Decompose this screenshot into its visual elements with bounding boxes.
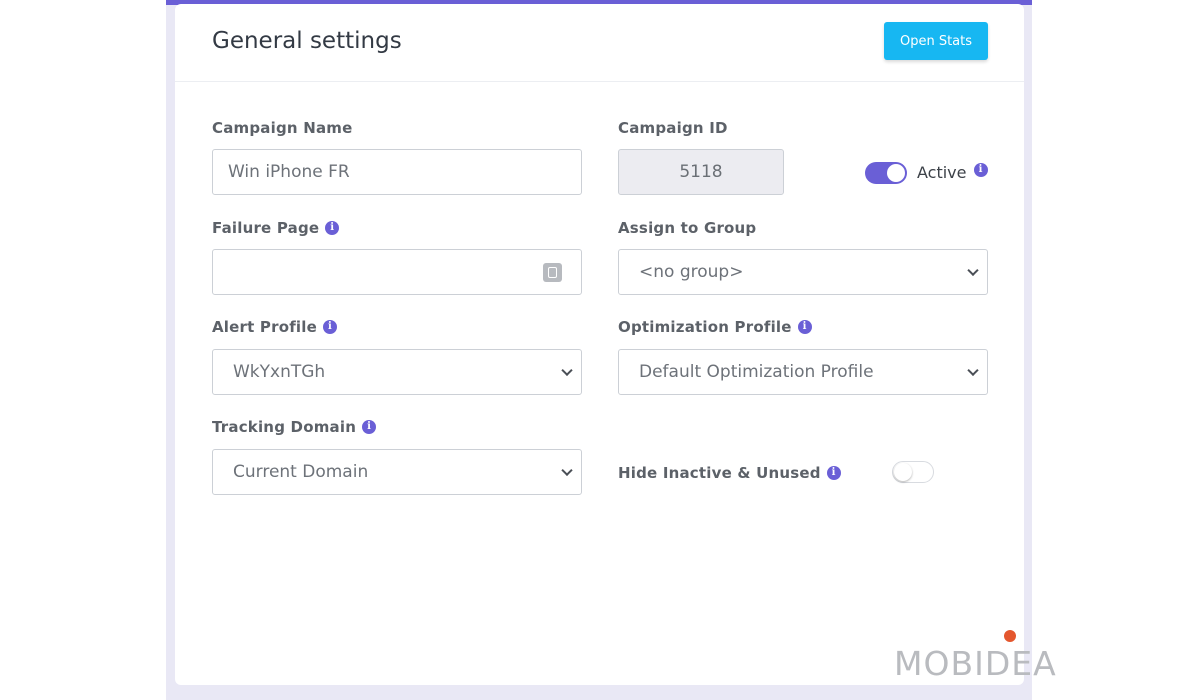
- tracking-domain-select[interactable]: Current Domain: [212, 449, 582, 495]
- campaign-id-label: Campaign ID: [618, 119, 728, 137]
- tracking-domain-label-text: Tracking Domain: [212, 418, 357, 436]
- info-icon[interactable]: i: [973, 163, 988, 177]
- vault-icon[interactable]: [543, 263, 562, 282]
- alert-profile-label-text: Alert Profile: [212, 318, 317, 336]
- chevron-down-icon: [967, 264, 979, 277]
- hide-inactive-toggle[interactable]: [892, 461, 934, 483]
- chevron-down-icon: [561, 464, 573, 477]
- campaign-name-input[interactable]: Win iPhone FR: [212, 149, 582, 195]
- page-title: General settings: [212, 28, 402, 54]
- tracking-domain-selected: Current Domain: [233, 462, 369, 482]
- toggle-knob: [894, 463, 912, 481]
- hide-inactive-label: Hide Inactive & Unused i: [618, 464, 841, 482]
- active-toggle[interactable]: [865, 162, 907, 184]
- failure-page-input[interactable]: [212, 249, 582, 295]
- alert-profile-label: Alert Profile i: [212, 318, 337, 336]
- info-icon[interactable]: i: [797, 320, 812, 334]
- optimization-profile-select[interactable]: Default Optimization Profile: [618, 349, 988, 395]
- campaign-name-value: Win iPhone FR: [228, 162, 350, 182]
- toggle-knob: [887, 164, 905, 182]
- campaign-name-label: Campaign Name: [212, 119, 352, 137]
- alert-profile-selected: WkYxnTGh: [233, 362, 326, 382]
- hide-inactive-label-text: Hide Inactive & Unused: [618, 464, 821, 482]
- optimization-profile-label: Optimization Profile i: [618, 318, 812, 336]
- assign-group-label-text: Assign to Group: [618, 219, 757, 237]
- chevron-down-icon: [561, 364, 573, 377]
- assign-group-selected: <no group>: [639, 262, 744, 282]
- failure-page-label-text: Failure Page: [212, 219, 320, 237]
- active-label: Active i: [917, 163, 988, 182]
- info-icon[interactable]: i: [325, 221, 340, 235]
- optimization-profile-label-text: Optimization Profile: [618, 318, 792, 336]
- campaign-id-label-text: Campaign ID: [618, 119, 728, 137]
- failure-page-label: Failure Page i: [212, 219, 340, 237]
- chevron-down-icon: [967, 364, 979, 377]
- card-header: General settings Open Stats: [175, 4, 1024, 82]
- open-stats-button[interactable]: Open Stats: [884, 22, 988, 60]
- optimization-profile-selected: Default Optimization Profile: [639, 362, 874, 382]
- assign-group-label: Assign to Group: [618, 219, 756, 237]
- watermark-dot: [1004, 630, 1016, 642]
- info-icon[interactable]: i: [323, 320, 337, 334]
- general-settings-card: General settings Open Stats: [175, 4, 1024, 685]
- alert-profile-select[interactable]: WkYxnTGh: [212, 349, 582, 395]
- campaign-name-label-text: Campaign Name: [212, 119, 353, 137]
- assign-group-select[interactable]: <no group>: [618, 249, 988, 295]
- info-icon[interactable]: i: [362, 420, 377, 434]
- info-icon[interactable]: i: [826, 466, 841, 480]
- active-label-text: Active: [917, 163, 967, 182]
- mobidea-watermark: MOBIDEA: [894, 644, 1057, 683]
- campaign-id-value: 5118: [679, 162, 723, 182]
- tracking-domain-label: Tracking Domain i: [212, 418, 377, 436]
- campaign-id-field: 5118: [618, 149, 784, 195]
